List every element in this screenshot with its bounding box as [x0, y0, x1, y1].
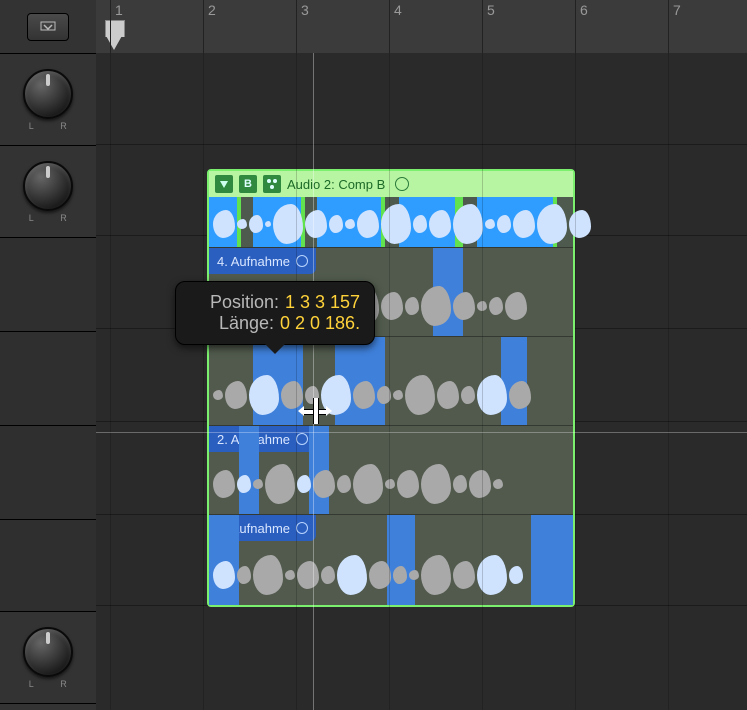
tooltip-position-label: Position:: [195, 292, 279, 313]
loop-indicator-icon: [395, 177, 409, 191]
region-header[interactable]: B Audio 2: Comp B: [209, 171, 573, 197]
pan-lr-label: LR: [29, 121, 68, 131]
tooltip-length-value: 0 2 0 186.: [280, 313, 360, 334]
track-header-6[interactable]: [0, 520, 96, 612]
playhead-marker[interactable]: [105, 34, 123, 50]
ruler-bar: 1: [110, 0, 111, 53]
quick-swipe-icon[interactable]: [263, 175, 281, 193]
comp-lane[interactable]: [209, 197, 573, 247]
region-title: Audio 2: Comp B: [287, 177, 385, 192]
take-lane-1[interactable]: 1. Aufnahme: [209, 514, 573, 605]
pan-knob[interactable]: [23, 69, 73, 119]
ruler-bar: 7: [668, 0, 669, 53]
ruler-bar-number: 5: [487, 2, 495, 18]
sidebar-menu-cell: [0, 0, 96, 54]
timeline-ruler[interactable]: 1 2 3 4 5 6 7: [96, 0, 747, 54]
track-header-4[interactable]: [0, 332, 96, 426]
audio-region-comp[interactable]: B Audio 2: Comp B: [207, 169, 575, 607]
gridline: [389, 53, 390, 710]
take-lane-3[interactable]: [209, 336, 573, 425]
gridline: [203, 53, 204, 710]
gridline: [296, 53, 297, 710]
take-label: 2. Aufnahme: [209, 426, 316, 452]
ruler-bar-number: 3: [301, 2, 309, 18]
track-header-3[interactable]: [0, 238, 96, 332]
gridline: [110, 53, 111, 710]
pan-lr-label: LR: [29, 213, 68, 223]
pan-knob[interactable]: [23, 161, 73, 211]
take-label: 4. Aufnahme: [209, 248, 316, 274]
disclosure-triangle-icon[interactable]: [215, 175, 233, 193]
track-header-7[interactable]: LR: [0, 612, 96, 704]
ruler-bar: 2: [203, 0, 204, 53]
track-header-2[interactable]: LR: [0, 146, 96, 238]
waveform: [209, 458, 573, 510]
ruler-bar: 6: [575, 0, 576, 53]
ruler-bar-number: 2: [208, 2, 216, 18]
waveform: [209, 369, 573, 421]
waveform: [209, 549, 573, 601]
gridline: [575, 53, 576, 710]
take-lane-2[interactable]: 2. Aufnahme: [209, 425, 573, 514]
ruler-bar-number: 6: [580, 2, 588, 18]
track-menu-button[interactable]: [27, 13, 69, 41]
gridline: [668, 53, 669, 710]
ruler-bar: 4: [389, 0, 390, 53]
tooltip-position-value: 1 3 3 157: [285, 292, 360, 313]
ruler-bar-number: 1: [115, 2, 123, 18]
pan-knob[interactable]: [23, 627, 73, 677]
scrub-vertical-guide: [313, 53, 314, 710]
ruler-bar-number: 4: [394, 2, 402, 18]
track-header-5[interactable]: [0, 426, 96, 520]
gridline: [482, 53, 483, 710]
tooltip-length-label: Länge:: [190, 313, 274, 334]
comp-letter-icon[interactable]: B: [239, 175, 257, 193]
scrub-horizontal-guide: [96, 432, 747, 433]
ruler-bar-number: 7: [673, 2, 681, 18]
position-tooltip: Position: 1 3 3 157 Länge: 0 2 0 186.: [175, 281, 375, 345]
ruler-bar: 5: [482, 0, 483, 53]
ruler-bar: 3: [296, 0, 297, 53]
waveform: [209, 203, 573, 245]
arrange-area[interactable]: B Audio 2: Comp B: [96, 53, 747, 710]
track-header-1[interactable]: LR: [0, 54, 96, 146]
pan-lr-label: LR: [29, 679, 68, 689]
track-header-sidebar: LR LR LR: [0, 0, 97, 710]
